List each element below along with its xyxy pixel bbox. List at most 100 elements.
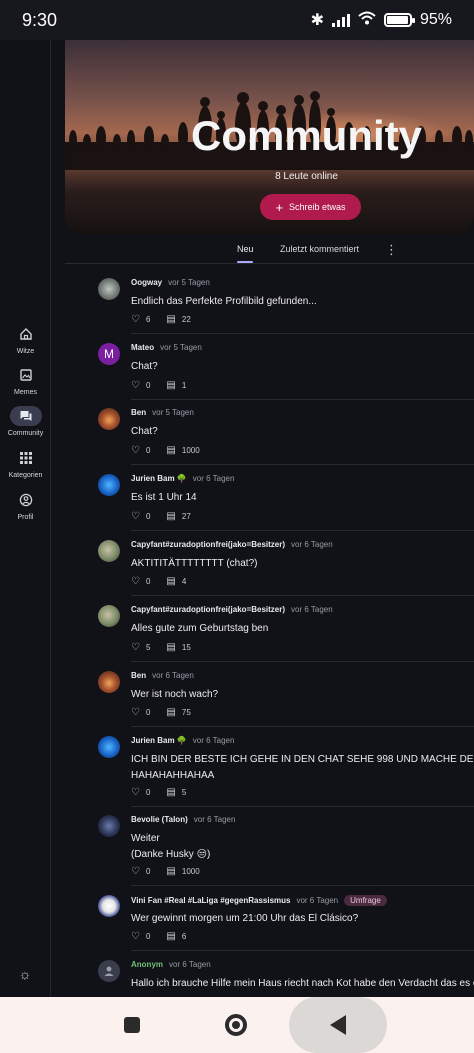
avatar <box>98 736 120 758</box>
avatar <box>98 960 120 982</box>
like-count: 0 <box>145 932 151 941</box>
person-icon <box>104 966 114 976</box>
like-button[interactable]: ♡ 0 <box>131 787 150 798</box>
back-button[interactable] <box>290 1005 386 1045</box>
back-icon <box>330 1015 346 1035</box>
post-author[interactable]: Oogway <box>131 278 162 287</box>
comment-count: 1 <box>181 381 187 390</box>
rail-item-kategorien[interactable]: Kategorien <box>0 448 51 479</box>
rail-label: Community <box>7 430 44 437</box>
rail-item-memes[interactable]: Memes <box>0 365 51 396</box>
hero-banner: Community 8 Leute online + Schreib etwas <box>65 40 474 234</box>
rail-item-witze[interactable]: Witze <box>0 324 51 355</box>
comment-count: 15 <box>181 643 191 652</box>
post-text-line: Weiter <box>131 833 160 844</box>
post-text-line: HAHAHAHHAHAA <box>131 770 215 781</box>
post-text: Chat? <box>131 426 158 437</box>
like-button[interactable]: ♡ 0 <box>131 576 150 587</box>
post-time: vor 5 Tagen <box>152 408 194 417</box>
avatar <box>98 474 120 496</box>
tab-recent-comments[interactable]: Zuletzt kommentiert <box>280 244 359 254</box>
rail-label: Kategorien <box>8 472 43 479</box>
comment-icon: ▤ <box>166 707 176 718</box>
comment-button[interactable]: ▤ 4 <box>166 576 186 587</box>
like-button[interactable]: ♡ 0 <box>131 931 150 942</box>
signal-icon <box>331 13 350 27</box>
rail-label: Witze <box>16 348 35 355</box>
brightness-icon[interactable]: ☼ <box>15 966 35 986</box>
post-author[interactable]: Vini Fan #Real #LaLiga #gegenRassismus <box>131 896 290 905</box>
like-count: 0 <box>145 446 151 455</box>
post-author[interactable]: Bevolie (Talon) <box>131 815 188 824</box>
battery-level <box>386 16 408 24</box>
post-author[interactable]: Jurien Bam 🌳 <box>131 736 187 745</box>
like-button[interactable]: ♡ 5 <box>131 642 150 653</box>
avatar <box>98 408 120 430</box>
navigation-rail: Witze Memes Community Kategorien Profil … <box>0 40 51 997</box>
comment-count: 5 <box>181 788 187 797</box>
comment-button[interactable]: ▤ 27 <box>166 511 190 522</box>
post-time: vor 6 Tagen <box>193 815 236 824</box>
comment-count: 1000 <box>181 867 200 876</box>
comment-button[interactable]: ▤ 22 <box>166 314 190 325</box>
like-button[interactable]: ♡ 0 <box>131 866 150 877</box>
comment-button[interactable]: ▤ 6 <box>166 931 186 942</box>
post-author[interactable]: Jurien Bam 🌳 <box>131 474 187 483</box>
tab-new[interactable]: Neu <box>237 244 254 254</box>
post-author[interactable]: Mateo <box>131 343 154 352</box>
heart-icon: ♡ <box>131 787 140 798</box>
poll-badge: Umfrage <box>344 895 387 906</box>
post-author[interactable]: Capyfant#zuradoptionfrei(jako=Besitzer) <box>131 540 285 549</box>
rail-label: Memes <box>14 389 37 396</box>
recents-button[interactable] <box>84 1005 180 1045</box>
comment-button[interactable]: ▤ 1 <box>166 380 186 391</box>
comment-icon: ▤ <box>166 576 176 587</box>
comment-icon: ▤ <box>166 314 176 325</box>
divider <box>131 661 474 662</box>
like-button[interactable]: ♡ 0 <box>131 511 150 522</box>
post-author[interactable]: Anonym <box>131 960 163 969</box>
comment-count: 27 <box>181 512 191 521</box>
system-nav-bar <box>0 997 474 1053</box>
like-count: 0 <box>145 577 151 586</box>
divider <box>131 726 474 727</box>
comment-button[interactable]: ▤ 1000 <box>166 866 199 877</box>
heart-icon: ♡ <box>131 866 140 877</box>
like-button[interactable]: ♡ 0 <box>131 445 150 456</box>
post-author[interactable]: Capyfant#zuradoptionfrei(jako=Besitzer) <box>131 605 285 614</box>
rail-item-profil[interactable]: Profil <box>0 490 51 521</box>
comment-icon: ▤ <box>166 642 176 653</box>
comment-count: 22 <box>181 315 191 324</box>
like-button[interactable]: ♡ 0 <box>131 380 150 391</box>
comment-button[interactable]: ▤ 15 <box>166 642 190 653</box>
post-author[interactable]: Ben <box>131 408 146 417</box>
like-count: 0 <box>145 512 151 521</box>
like-button[interactable]: ♡ 0 <box>131 707 150 718</box>
post-author[interactable]: Ben <box>131 671 146 680</box>
divider <box>131 885 474 886</box>
bluetooth-icon: ✱ <box>310 12 324 29</box>
comment-button[interactable]: ▤ 5 <box>166 787 186 798</box>
like-count: 6 <box>145 315 151 324</box>
post-time: vor 6 Tagen <box>291 540 333 549</box>
divider <box>131 595 474 596</box>
status-icons: ✱ 95% <box>311 10 452 30</box>
post-text: Es ist 1 Uhr 14 <box>131 492 197 503</box>
like-button[interactable]: ♡ 6 <box>131 314 150 325</box>
heart-icon: ♡ <box>131 576 140 587</box>
rail-item-community[interactable]: Community <box>0 406 51 437</box>
post-time: vor 6 Tagen <box>192 736 235 745</box>
write-post-button[interactable]: + Schreib etwas <box>260 194 361 220</box>
avatar <box>98 278 120 300</box>
battery-icon <box>383 13 415 27</box>
comment-button[interactable]: ▤ 1000 <box>166 445 199 456</box>
comment-button[interactable]: ▤ 75 <box>166 707 190 718</box>
heart-icon: ♡ <box>131 642 140 653</box>
avatar <box>98 605 120 627</box>
heart-icon: ♡ <box>131 511 140 522</box>
rail-label: Profil <box>17 514 34 521</box>
home-button[interactable] <box>188 1005 284 1045</box>
post-time: vor 6 Tagen <box>291 605 333 614</box>
more-vert-icon[interactable]: ⋮ <box>385 242 398 258</box>
post-time: vor 5 Tagen <box>168 278 210 287</box>
